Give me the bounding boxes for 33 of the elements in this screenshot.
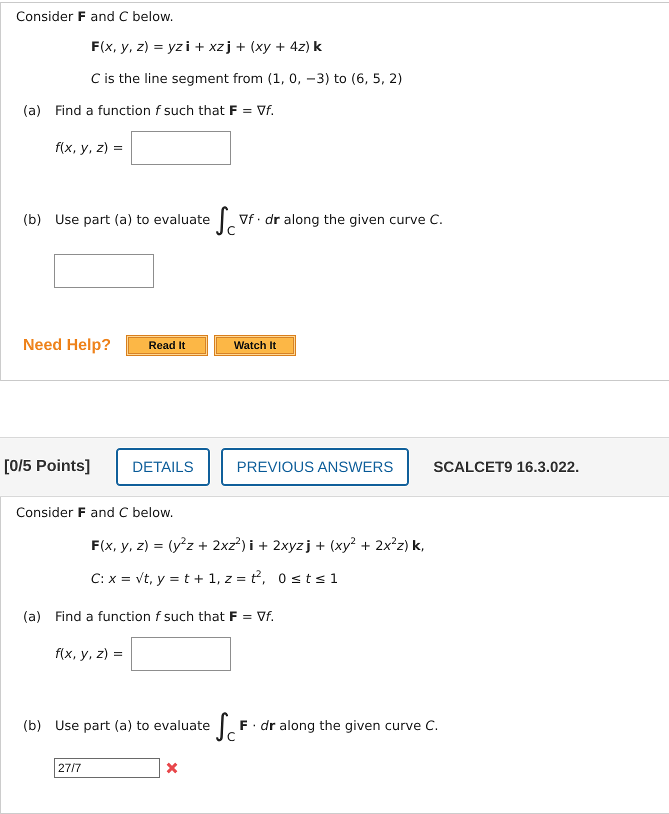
formula-text: C: x = √t, y = t + 1, z = t$^{2}$, 0 ≤ t ≤ 1: [91, 572, 340, 588]
part-label: (b): [23, 212, 42, 228]
prompt-text: Find a function f such that F = ∇f.: [55, 104, 274, 120]
integral-sign: ∫$_{C}$: [214, 201, 236, 239]
function-label: f(x, y, z) =: [55, 646, 124, 662]
prompt-text: along the given curve C.: [279, 718, 439, 734]
watch-it-button[interactable]: Watch It: [214, 335, 296, 356]
formula-text: C is the line segment from (1, 0, −3) to (6, 5, 2): [91, 72, 404, 88]
part-label: (a): [23, 104, 42, 120]
details-button[interactable]: DETAILS: [116, 448, 210, 486]
prompt-text: Use part (a) to evaluate: [55, 212, 210, 228]
answer-field[interactable]: [130, 637, 231, 671]
integrand-text: ∇f · dr: [239, 212, 280, 228]
problem-code: SCALCET9 16.3.022.: [433, 458, 580, 476]
formula-text: F(x, y, z) = (y$^{2}$z + 2xz$^{2}$) i + 2xyz j + (xy$^{2}$ + 2x$^{2}$z) k,: [91, 539, 426, 555]
integral-sign: ∫$_{C}$: [214, 707, 236, 745]
prompt-text: along the given curve C.: [284, 212, 443, 228]
part-label: (a): [23, 610, 42, 626]
intro-text: Consider F and C below.: [16, 506, 175, 522]
part-label: (b): [23, 718, 42, 734]
formula-text: F(x, y, z) = yz i + xz j + (xy + 4z) k: [91, 40, 323, 56]
previous-answers-button[interactable]: PREVIOUS ANSWERS: [220, 448, 410, 486]
function-label: f(x, y, z) =: [55, 140, 124, 156]
help-title: Need Help?: [23, 336, 112, 354]
answer-field[interactable]: [54, 254, 154, 288]
intro-text: Consider F and C below.: [16, 10, 175, 26]
read-it-button[interactable]: Read It: [126, 335, 208, 356]
prompt-text: Use part (a) to evaluate: [55, 718, 210, 734]
answer-field[interactable]: [130, 131, 231, 165]
answer-field[interactable]: 27/7: [54, 758, 160, 778]
prompt-text: Find a function f such that F = ∇f.: [55, 610, 274, 626]
integrand-text: F · dr: [239, 718, 276, 734]
points-label: [0/5 Points]: [4, 458, 90, 476]
